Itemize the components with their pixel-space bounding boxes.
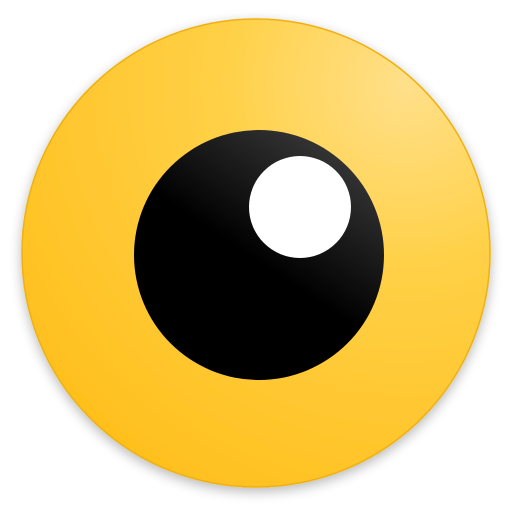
pupil-disc (134, 130, 384, 380)
app-icon (0, 0, 512, 512)
pupil-highlight (249, 156, 351, 258)
eye-icon (21, 18, 491, 488)
